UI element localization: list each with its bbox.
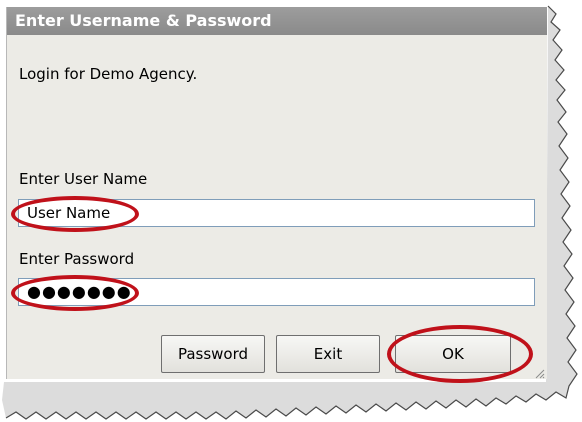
username-highlight-oval — [11, 196, 139, 232]
exit-button[interactable]: Exit — [276, 335, 380, 373]
login-dialog: Enter Username & Password Login for Demo… — [6, 7, 547, 383]
password-label: Enter Password — [19, 250, 135, 268]
resize-grip-icon[interactable] — [533, 367, 545, 379]
login-message: Login for Demo Agency. — [19, 65, 198, 83]
username-label: Enter User Name — [19, 170, 148, 188]
dialog-title: Enter Username & Password — [7, 7, 547, 35]
password-button[interactable]: Password — [161, 335, 265, 373]
ok-highlight-oval — [387, 325, 533, 383]
password-highlight-oval — [11, 275, 139, 311]
